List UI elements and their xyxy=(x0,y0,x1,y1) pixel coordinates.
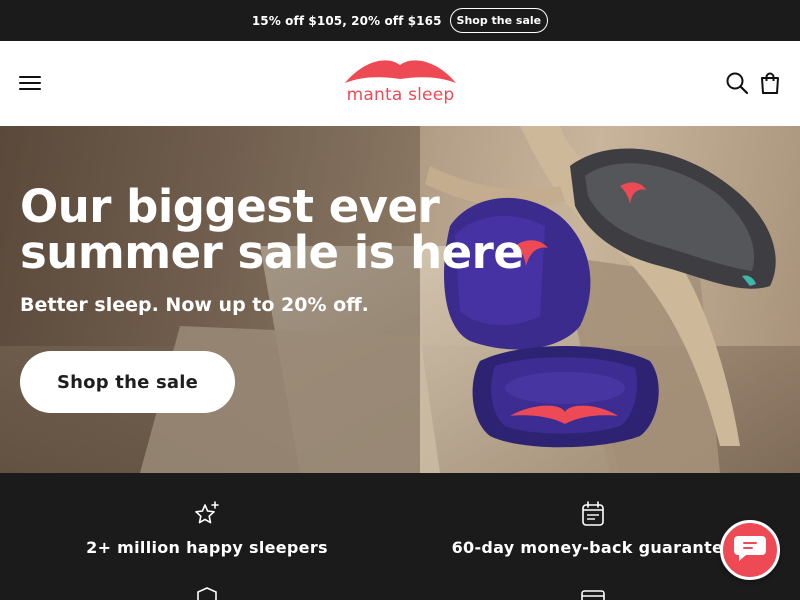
manta-wing-icon xyxy=(345,60,456,83)
announcement-bar: 15% off $105, 20% off $165 Shop the sale xyxy=(0,0,800,41)
search-icon[interactable] xyxy=(725,71,749,95)
menu-icon[interactable] xyxy=(18,71,42,95)
feature-card xyxy=(393,585,793,600)
chat-icon xyxy=(732,533,768,567)
features-section: 2+ million happy sleepers 60-day money-b… xyxy=(0,473,800,600)
chat-button[interactable] xyxy=(720,520,780,580)
hero-title: Our biggest ever summer sale is here xyxy=(20,180,524,279)
feature-shield xyxy=(7,585,407,600)
manta-sleep-logo[interactable]: manta sleep xyxy=(343,55,458,111)
cart-icon[interactable] xyxy=(758,71,782,95)
hero-shop-button[interactable]: Shop the sale xyxy=(20,351,235,413)
logo-text: manta sleep xyxy=(346,85,455,105)
credit-card-icon xyxy=(579,585,607,600)
announcement-shop-button[interactable]: Shop the sale xyxy=(449,8,549,33)
site-header: manta sleep xyxy=(0,41,800,126)
feature-happy-sleepers: 2+ million happy sleepers xyxy=(7,500,407,557)
calendar-icon xyxy=(579,500,607,528)
announcement-text: 15% off $105, 20% off $165 xyxy=(251,13,442,28)
hero-subtitle: Better sleep. Now up to 20% off. xyxy=(20,294,369,316)
shield-check-icon xyxy=(193,585,221,600)
sparkle-star-icon xyxy=(193,500,221,528)
hero-banner: Our biggest ever summer sale is here Bet… xyxy=(0,126,800,473)
feature-label: 2+ million happy sleepers xyxy=(86,538,328,557)
feature-label: 60-day money-back guarantee xyxy=(451,538,735,557)
